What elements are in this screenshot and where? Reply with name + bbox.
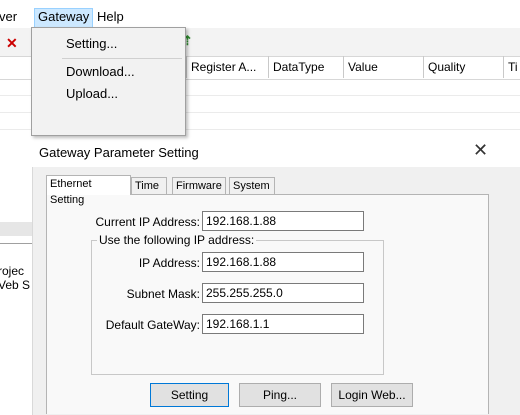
tree-item-project[interactable]: rojec <box>0 264 24 278</box>
setting-button[interactable]: Setting <box>150 383 229 407</box>
menu-item-download[interactable]: Download... <box>66 64 135 79</box>
ping-button[interactable]: Ping... <box>239 383 321 407</box>
current-ip-field[interactable]: 192.168.1.88 <box>202 211 364 231</box>
subnet-mask-field[interactable]: 255.255.255.0 <box>202 283 364 303</box>
tree-item-web-server[interactable]: Veb S <box>0 278 30 292</box>
delete-icon[interactable]: ✕ <box>6 35 18 52</box>
tab-firmware[interactable]: Firmware <box>172 177 226 194</box>
menu-separator <box>62 58 182 59</box>
menu-bar: ver Gateway Help <box>0 0 520 28</box>
menu-item-upload[interactable]: Upload... <box>66 86 118 101</box>
menu-item-server[interactable]: ver <box>0 9 17 25</box>
column-header-register[interactable]: Register A... <box>186 56 268 78</box>
current-ip-label: Current IP Address: <box>95 215 201 229</box>
login-web-button[interactable]: Login Web... <box>331 383 413 407</box>
dialog-title: Gateway Parameter Setting <box>39 145 199 160</box>
default-gateway-field[interactable]: 192.168.1.1 <box>202 314 364 334</box>
column-header-time[interactable]: Ti <box>503 56 520 78</box>
column-header-value[interactable]: Value <box>343 56 423 78</box>
tab-system[interactable]: System <box>229 177 275 194</box>
tab-ethernet-setting[interactable]: Ethernet Setting <box>46 175 131 206</box>
ip-address-label: IP Address: <box>138 256 200 270</box>
menu-item-gateway[interactable]: Gateway <box>34 8 94 28</box>
menu-item-help[interactable]: Help <box>97 9 124 25</box>
column-header-datatype[interactable]: DataType <box>268 56 343 78</box>
default-gateway-label: Default GateWay: <box>105 318 200 332</box>
menu-item-setting[interactable]: Setting... <box>66 36 117 51</box>
column-header-quality[interactable]: Quality <box>423 56 503 78</box>
static-ip-group-label: Use the following IP address: <box>97 233 257 247</box>
close-icon[interactable]: ✕ <box>473 140 488 161</box>
ip-address-field[interactable]: 192.168.1.88 <box>202 252 364 272</box>
subnet-mask-label: Subnet Mask: <box>126 287 200 301</box>
tab-time[interactable]: Time <box>131 177 167 194</box>
